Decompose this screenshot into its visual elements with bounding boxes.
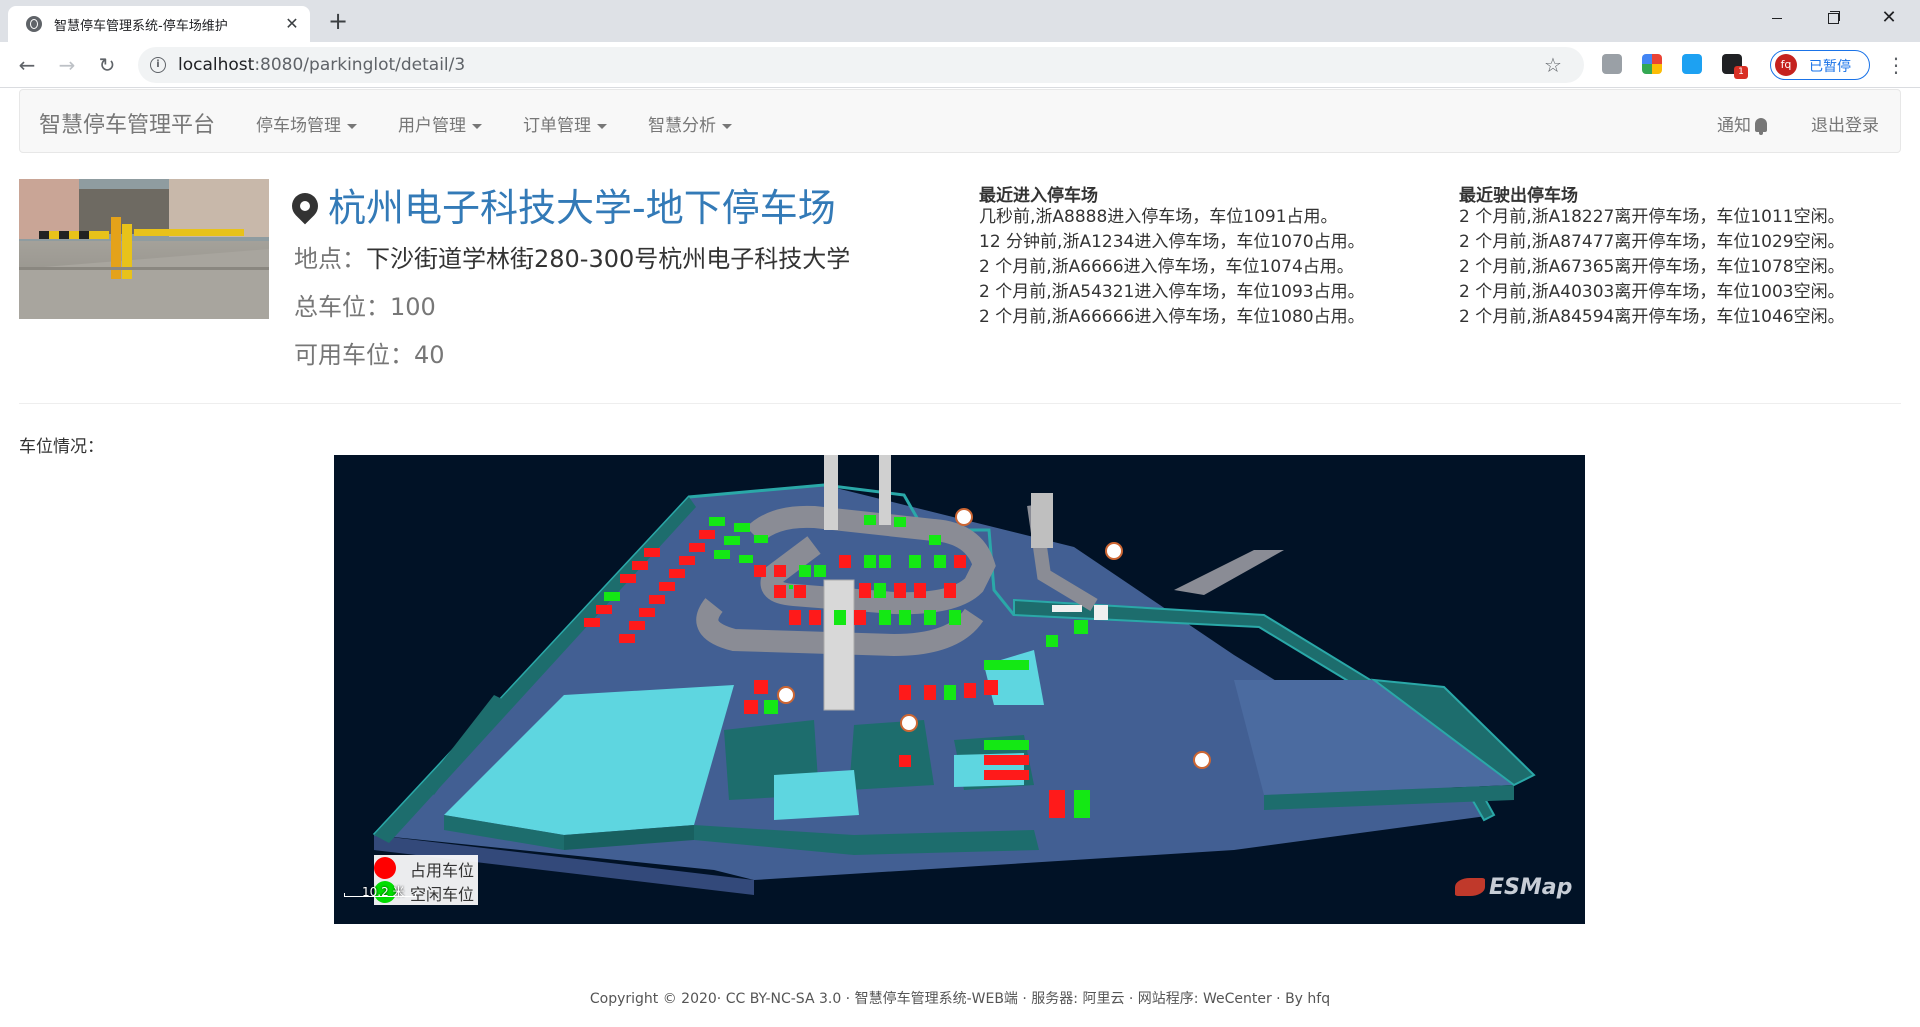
url-text[interactable]: localhost:8080/parkinglot/detail/3: [178, 55, 465, 75]
caret-down-icon: [722, 123, 732, 129]
browser-tab[interactable]: 智慧停车管理系统-停车场维护 ✕: [8, 6, 310, 42]
total-spaces: 总车位：100: [294, 293, 436, 321]
new-tab-button[interactable]: +: [324, 8, 352, 36]
legend-occupied: 占用车位: [374, 855, 478, 880]
list-item: 2 个月前,浙A54321进入停车场，车位1093占用。: [979, 282, 1365, 302]
parking-lot-photo: [19, 179, 269, 319]
list-item: 2 个月前,浙A6666进入停车场，车位1074占用。: [979, 257, 1354, 277]
divider: [19, 403, 1901, 404]
menu-analysis[interactable]: 智慧分析: [648, 111, 732, 136]
browser-tabstrip: 智慧停车管理系统-停车场维护 ✕ + ✕: [0, 0, 1920, 42]
map-canvas[interactable]: [334, 455, 1585, 924]
window-close-button[interactable]: ✕: [1866, 0, 1912, 36]
menu-users[interactable]: 用户管理: [398, 111, 482, 136]
footer: Copyright © 2020· CC BY-NC-SA 3.0 · 智慧停车…: [589, 991, 1331, 1007]
list-item: 几秒前,浙A8888进入停车场，车位1091占用。: [979, 207, 1338, 227]
caret-down-icon: [472, 123, 482, 129]
scale-bar: [344, 893, 416, 897]
extension-color-icon[interactable]: [1642, 54, 1662, 74]
recent-out-list: 2 个月前,浙A18227离开停车场，车位1011空闲。 2 个月前,浙A874…: [1459, 205, 1845, 330]
list-item: 2 个月前,浙A67365离开停车场，车位1078空闲。: [1459, 257, 1845, 277]
menu-parking-lot[interactable]: 停车场管理: [256, 111, 357, 136]
esmap-watermark: ESMap: [1455, 875, 1572, 900]
list-item: 2 个月前,浙A40303离开停车场，车位1003空闲。: [1459, 282, 1845, 302]
list-item: 2 个月前,浙A87477离开停车场，车位1029空闲。: [1459, 232, 1845, 252]
bell-icon: [1755, 118, 1767, 135]
back-button[interactable]: ←: [12, 50, 42, 80]
recent-in-list: 几秒前,浙A8888进入停车场，车位1091占用。 12 分钟前,浙A1234进…: [979, 205, 1365, 330]
profile-button[interactable]: fq 已暂停: [1770, 50, 1870, 80]
address-line: 地点：下沙街道学林街280-300号杭州电子科技大学: [294, 245, 851, 273]
available-spaces: 可用车位：40: [294, 341, 445, 369]
extension-pen-icon[interactable]: [1682, 54, 1702, 74]
list-item: 12 分钟前,浙A1234进入停车场，车位1070占用。: [979, 232, 1365, 252]
occupied-dot-icon: [374, 857, 396, 879]
map-marker-icon: [286, 187, 324, 225]
parking-3d-map[interactable]: 占用车位 空闲车位 10.2 米 ESMap: [334, 455, 1585, 924]
address-bar[interactable]: i localhost:8080/parkinglot/detail/3 ☆: [138, 47, 1584, 83]
close-icon[interactable]: ✕: [282, 14, 302, 34]
recent-in-heading: 最近进入停车场: [979, 186, 1098, 206]
menu-orders[interactable]: 订单管理: [523, 111, 607, 136]
space-status-label: 车位情况：: [19, 437, 104, 457]
bookmark-star-icon[interactable]: ☆: [1544, 53, 1562, 77]
browser-menu-icon[interactable]: ⋮: [1884, 50, 1908, 80]
parking-lot-title[interactable]: 杭州电子科技大学-地下停车场: [286, 177, 836, 232]
list-item: 2 个月前,浙A18227离开停车场，车位1011空闲。: [1459, 207, 1845, 227]
profile-label: 已暂停: [1809, 59, 1851, 75]
list-item: 2 个月前,浙A66666进入停车场，车位1080占用。: [979, 307, 1365, 327]
map-scale: 10.2 米: [344, 883, 424, 899]
extension-badge: 1: [1734, 66, 1748, 79]
avatar: fq: [1775, 54, 1797, 76]
browser-toolbar: ← → ↻ i localhost:8080/parkinglot/detail…: [0, 42, 1920, 88]
caret-down-icon: [597, 123, 607, 129]
reload-button[interactable]: ↻: [92, 50, 122, 80]
app-navbar: 智慧停车管理平台 停车场管理 用户管理 订单管理 智慧分析 通知 退出登录: [19, 89, 1901, 153]
esmap-logo-icon: [1455, 878, 1485, 896]
list-item: 2 个月前,浙A84594离开停车场，车位1046空闲。: [1459, 307, 1845, 327]
maximize-button[interactable]: [1810, 0, 1856, 36]
brand[interactable]: 智慧停车管理平台: [39, 107, 215, 139]
tab-title: 智慧停车管理系统-停车场维护: [54, 19, 228, 34]
site-info-icon[interactable]: i: [150, 57, 166, 73]
forward-button[interactable]: →: [52, 50, 82, 80]
recent-out-heading: 最近驶出停车场: [1459, 186, 1578, 206]
logout-link[interactable]: 退出登录: [1811, 111, 1879, 136]
caret-down-icon: [347, 123, 357, 129]
minimize-button[interactable]: [1754, 0, 1800, 36]
globe-icon: [26, 16, 42, 32]
notify-link[interactable]: 通知: [1717, 111, 1767, 136]
extension-folder-icon[interactable]: [1602, 54, 1622, 74]
